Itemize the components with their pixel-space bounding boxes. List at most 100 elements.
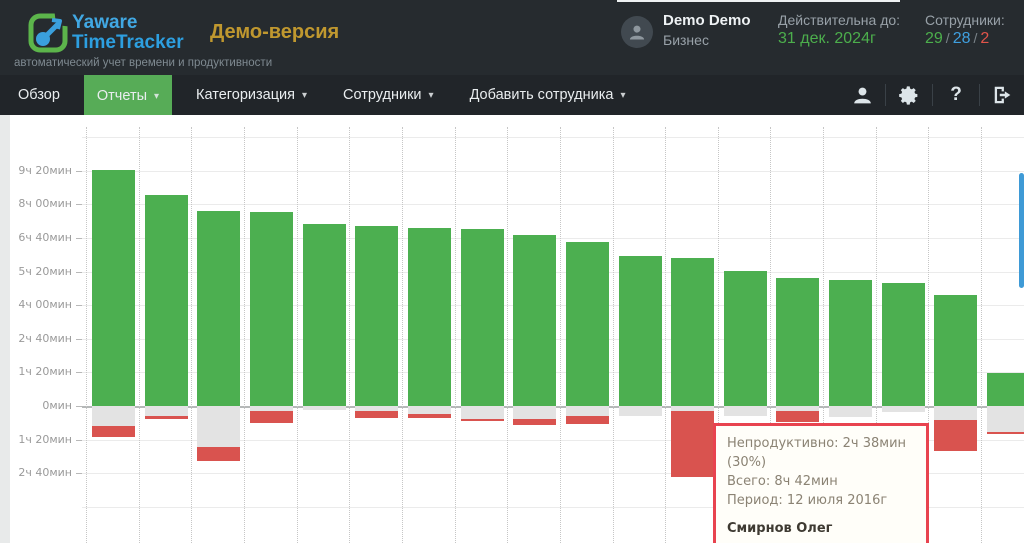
bar-8-unproductive[interactable] (461, 419, 504, 421)
bar-7-productive[interactable] (408, 228, 451, 406)
employees-counts: 29/28/2 (925, 30, 989, 48)
y-axis-label: 4ч 00мин (10, 298, 72, 311)
nav-item-add-employee[interactable]: Добавить сотрудника▾ (452, 75, 644, 115)
y-axis-label: 9ч 20мин (10, 164, 72, 177)
bar-16-productive[interactable] (882, 283, 925, 406)
nav-divider (932, 84, 933, 106)
vertical-scrollbar-thumb[interactable] (1019, 173, 1024, 288)
nav-item-categorization[interactable]: Категоризация▾ (178, 75, 325, 115)
tooltip-employee-name: Смирнов Олег (727, 519, 915, 538)
app-header: Yaware TimeTracker автоматический учет в… (0, 0, 1024, 75)
license-expiry-date: 31 дек. 2024г (778, 30, 876, 48)
chevron-down-icon: ▾ (154, 91, 159, 102)
employees-total: 29 (925, 30, 943, 47)
account-plan: Бизнес (663, 32, 709, 48)
bar-7-unproductive[interactable] (408, 414, 451, 418)
bar-4-productive[interactable] (250, 212, 293, 406)
bar-6-productive[interactable] (355, 226, 398, 406)
nav-divider (979, 84, 980, 106)
tooltip-unproductive: Непродуктивно: 2ч 38мин (30%) (727, 434, 915, 472)
chart-vertical-gridline (86, 127, 87, 543)
bar-9-productive[interactable] (513, 235, 556, 406)
main-nav: Обзор Отчеты▾Категоризация▾Сотрудники▾Доб… (0, 75, 1024, 115)
chart-vertical-gridline (191, 127, 192, 543)
bar-5-productive[interactable] (303, 224, 346, 406)
y-axis-tick (76, 204, 82, 205)
bar-5-neutral[interactable] (303, 406, 346, 410)
bar-9-unproductive[interactable] (513, 419, 556, 425)
y-axis-label: 2ч 40мин (10, 332, 72, 345)
y-axis-tick (76, 406, 82, 407)
license-label: Действительна до: (778, 12, 900, 28)
bar-18-productive[interactable] (987, 373, 1024, 406)
help-button[interactable]: ? (939, 75, 973, 115)
bar-10-unproductive[interactable] (566, 416, 609, 424)
nav-item-overview[interactable]: Обзор (0, 75, 78, 115)
bar-17-neutral[interactable] (934, 406, 977, 420)
bar-3-productive[interactable] (197, 211, 240, 406)
bar-1-productive[interactable] (92, 170, 135, 406)
demo-version-badge: Демо-версия (210, 21, 339, 44)
employees-inactive: 2 (980, 30, 989, 47)
bar-10-neutral[interactable] (566, 406, 609, 416)
employees-separator: / (970, 30, 980, 46)
bar-2-productive[interactable] (145, 195, 188, 406)
chart-vertical-gridline (455, 127, 456, 543)
avatar[interactable] (621, 16, 653, 48)
bar-17-unproductive[interactable] (934, 420, 977, 451)
logout-button[interactable] (986, 75, 1020, 115)
bar-12-productive[interactable] (671, 258, 714, 406)
bar-13-productive[interactable] (724, 271, 767, 406)
bar-18-unproductive[interactable] (987, 432, 1024, 434)
chart-vertical-gridline (507, 127, 508, 543)
y-axis-label: 0мин (10, 399, 72, 412)
bar-15-neutral[interactable] (829, 406, 872, 417)
bar-4-unproductive[interactable] (250, 411, 293, 423)
chart-vertical-gridline (560, 127, 561, 543)
bar-1-unproductive[interactable] (92, 426, 135, 437)
nav-item-reports[interactable]: Отчеты▾ (84, 75, 172, 117)
y-axis-tick (76, 171, 82, 172)
settings-button[interactable] (892, 75, 926, 115)
bar-10-productive[interactable] (566, 242, 609, 406)
bar-6-unproductive[interactable] (355, 411, 398, 418)
bar-3-neutral[interactable] (197, 406, 240, 447)
chart-gridline (82, 137, 1024, 138)
tooltip-total: Всего: 8ч 42мин (727, 472, 915, 491)
nav-item-employees[interactable]: Сотрудники▾ (325, 75, 452, 115)
bar-7-neutral[interactable] (408, 406, 451, 414)
help-icon: ? (950, 84, 962, 106)
user-profile-button[interactable] (845, 75, 879, 115)
bar-18-neutral[interactable] (987, 406, 1024, 432)
bar-3-unproductive[interactable] (197, 447, 240, 461)
chart-vertical-gridline (244, 127, 245, 543)
bar-14-unproductive[interactable] (776, 411, 819, 422)
y-axis-label: 1ч 20мин (10, 365, 72, 378)
logo-wordmark[interactable]: Yaware TimeTracker (72, 13, 184, 53)
bar-13-neutral[interactable] (724, 406, 767, 416)
bar-tooltip: Непродуктивно: 2ч 38мин (30%) Всего: 8ч … (713, 423, 929, 543)
nav-item-label: Обзор (18, 87, 60, 103)
bar-2-unproductive[interactable] (145, 416, 188, 419)
bar-14-productive[interactable] (776, 278, 819, 406)
bar-2-neutral[interactable] (145, 406, 188, 416)
bar-9-neutral[interactable] (513, 406, 556, 419)
bar-15-productive[interactable] (829, 280, 872, 406)
bar-17-productive[interactable] (934, 295, 977, 406)
bar-12-unproductive[interactable] (671, 411, 714, 477)
productivity-bar-chart: 9ч 20мин8ч 00мин6ч 40мин5ч 20мин4ч 00мин… (10, 115, 1024, 543)
y-axis-tick (76, 238, 82, 239)
bar-11-productive[interactable] (619, 256, 662, 406)
yaware-logo-icon[interactable] (28, 13, 68, 53)
y-axis-label: 6ч 40мин (10, 231, 72, 244)
y-axis-tick (76, 440, 82, 441)
nav-action-icons: ? (845, 75, 1020, 115)
chevron-down-icon: ▾ (429, 90, 434, 101)
bar-8-productive[interactable] (461, 229, 504, 406)
chart-vertical-gridline (613, 127, 614, 543)
account-name[interactable]: Demo Demo (663, 12, 751, 29)
bar-16-neutral[interactable] (882, 406, 925, 412)
bar-11-neutral[interactable] (619, 406, 662, 416)
bar-1-neutral[interactable] (92, 406, 135, 426)
bar-8-neutral[interactable] (461, 406, 504, 419)
